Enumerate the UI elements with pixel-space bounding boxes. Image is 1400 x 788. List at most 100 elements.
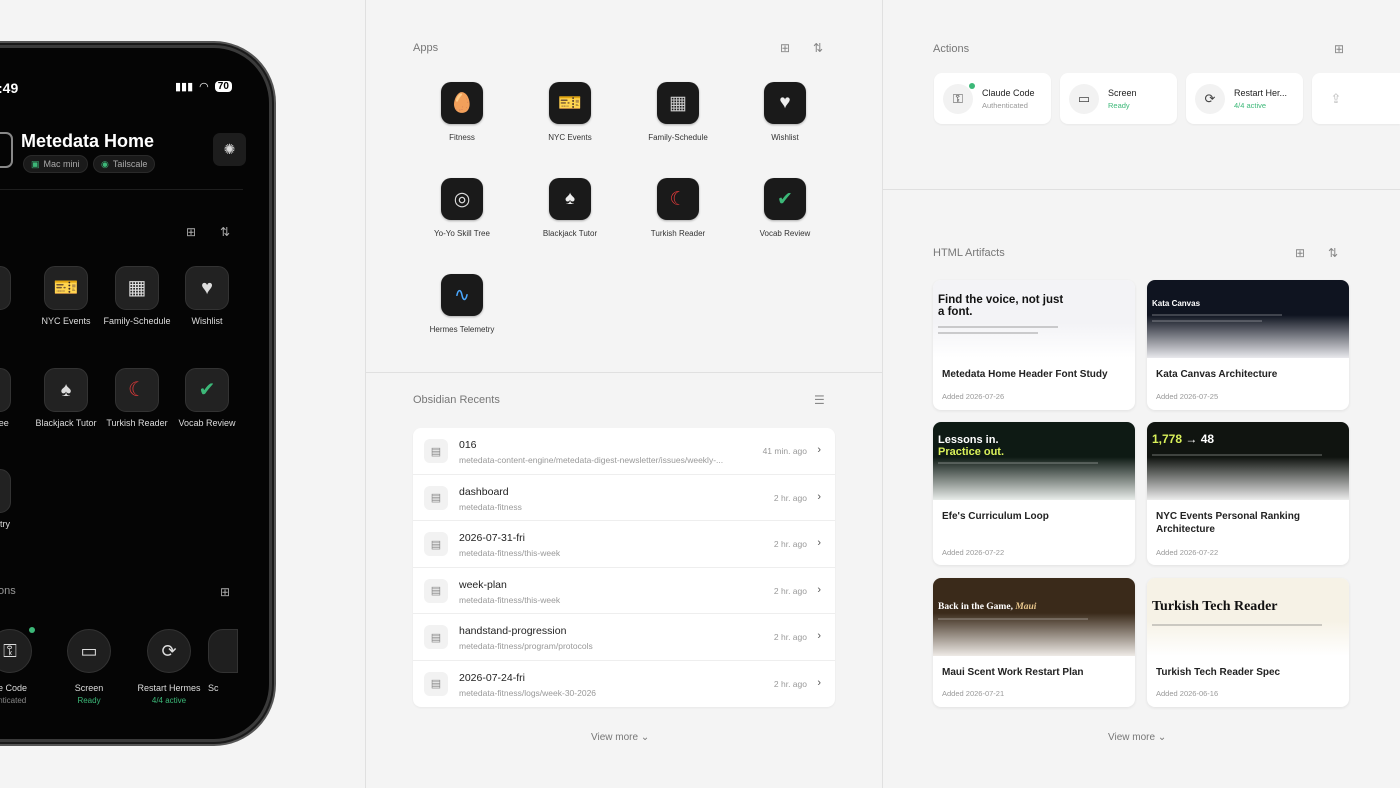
apps-title: Apps [413, 42, 439, 54]
divider [0, 189, 243, 190]
phone-app-wishlist[interactable]: ♥ Wishlist [171, 266, 243, 327]
chip-tailscale[interactable]: ◉ Tailscale [93, 155, 156, 173]
app-hermes-telemetry[interactable]: ∿ Hermes Telemetry [408, 274, 516, 334]
chevron-right-icon: › [817, 444, 821, 456]
document-icon: ▤ [424, 625, 448, 649]
app-family-schedule[interactable]: ▦ Family-Schedule [624, 82, 732, 142]
app-turkish-reader[interactable]: ☾ Turkish Reader [624, 178, 732, 238]
cards-icon: ♠ [549, 178, 591, 220]
artifact-thumbnail: Find the voice, not just a font. [933, 280, 1135, 358]
artifact-card[interactable]: Back in the Game, Maui Maui Scent Work R… [933, 578, 1135, 707]
action-share[interactable]: ⇪ [1312, 73, 1400, 124]
document-icon: ▤ [424, 485, 448, 510]
list-view-icon[interactable]: ☰ [814, 393, 825, 407]
grid-view-icon[interactable]: ⊞ [1295, 246, 1305, 260]
refresh-icon: ⟳ [147, 629, 191, 673]
phone-actions-title: ons [0, 585, 16, 597]
phone-action-more[interactable]: Sc [208, 629, 248, 693]
sun-icon: ✺ [223, 141, 236, 157]
actions-title: Actions [933, 43, 970, 55]
bookmark-heart-icon: ♥ [764, 82, 806, 124]
key-icon: ⚿ [0, 629, 32, 673]
phone-app-yoyo[interactable]: ◎o Skill ree [0, 368, 25, 429]
phone-app-vocab-review[interactable]: ✔ Vocab Review [171, 368, 243, 429]
list-item[interactable]: ▤ handstand-progression metedata-fitness/p… [413, 614, 835, 661]
artifact-card[interactable]: Lessons in. Practice out. Efe's Curriculu… [933, 422, 1135, 565]
phone-action-screen[interactable]: ▭ Screen Ready [44, 629, 134, 705]
sort-icon[interactable]: ⇅ [813, 41, 823, 55]
flag-icon: ☾ [657, 178, 699, 220]
artifact-thumbnail: Kata Canvas [1147, 280, 1349, 358]
list-item[interactable]: ▤ week-plan metedata-fitness/this-week 2 hr… [413, 568, 835, 614]
divider [365, 0, 366, 788]
artifacts-title: HTML Artifacts [933, 247, 1005, 259]
artifact-card[interactable]: 1,778 → 48 NYC Events Personal Ranking A… [1147, 422, 1349, 565]
list-item[interactable]: ▤ 2026-07-24-fri metedata-fitness/logs/wee… [413, 661, 835, 708]
phone-app-hermes[interactable]: ∿mes metry [0, 469, 25, 530]
status-time: :49 [0, 80, 19, 96]
grid-view-icon[interactable]: ⊞ [1334, 42, 1344, 56]
chevron-right-icon: › [817, 676, 821, 689]
battery-icon: 70 [214, 81, 232, 92]
list-item[interactable]: ▤ 2026-07-31-fri metedata-fitness/this-wee… [413, 521, 835, 568]
divider [366, 372, 882, 373]
sort-icon[interactable]: ⇅ [220, 225, 230, 239]
ticket-icon: 🎫 [44, 266, 88, 310]
artifact-thumbnail: 1,778 → 48 [1147, 422, 1349, 500]
action-restart-hermes[interactable]: ⟳ Restart Her... 4/4 active [1186, 73, 1303, 124]
monitor-icon: ▭ [1069, 84, 1099, 114]
grid-icon[interactable]: ⊞ [220, 585, 230, 599]
artifact-card[interactable]: Find the voice, not just a font. Metedat… [933, 280, 1135, 410]
app-vocab-review[interactable]: ✔ Vocab Review [731, 178, 839, 238]
artifacts-view-more-button[interactable]: View more ⌄ [1108, 732, 1166, 743]
phone-app-nyc-events[interactable]: 🎫 NYC Events [30, 266, 102, 327]
document-icon: ▤ [424, 532, 448, 556]
phone-action-restart-hermes[interactable]: ⟳ Restart Hermes 4/4 active [124, 629, 214, 705]
chip-mac-mini[interactable]: ▣ Mac mini [23, 155, 88, 173]
bookmark-heart-icon: ♥ [185, 266, 229, 310]
settings-button[interactable]: ✺ [213, 133, 246, 166]
app-yoyo-skill-tree[interactable]: ◎ Yo-Yo Skill Tree [408, 178, 516, 238]
artifact-thumbnail: Lessons in. Practice out. [933, 422, 1135, 500]
chevron-down-icon: ⌄ [1157, 732, 1167, 743]
app-nyc-events[interactable]: 🎫 NYC Events [516, 82, 624, 142]
pulse-icon: ∿ [0, 469, 11, 513]
status-dot [29, 627, 35, 633]
chevron-right-icon: › [817, 537, 821, 549]
artifact-card[interactable]: Turkish Tech Reader Turkish Tech Reader … [1147, 578, 1349, 707]
shield-icon: ◉ [101, 158, 109, 169]
flag-icon: ☾ [115, 368, 159, 412]
list-item[interactable]: ▤ dashboard metedata-fitness 2 hr. ago › [413, 475, 835, 521]
phone-title: Metedata Home [21, 131, 155, 151]
phone-app-blackjack[interactable]: ♠ Blackjack Tutor [30, 368, 102, 429]
artifact-thumbnail: Back in the Game, Maui [933, 578, 1135, 656]
phone-app-fitness[interactable]: 🥚ness [0, 266, 25, 327]
sort-icon[interactable]: ⇅ [1328, 246, 1338, 260]
app-blackjack-tutor[interactable]: ♠ Blackjack Tutor [516, 178, 624, 238]
app-fitness[interactable]: 🥚 Fitness [408, 82, 516, 142]
cards-icon: ♠ [44, 368, 88, 412]
checklist-icon: ✔ [764, 178, 806, 220]
artifact-card[interactable]: Kata Canvas Kata Canvas Architecture Add… [1147, 280, 1349, 410]
signal-icon: ▮▮▮ [175, 81, 194, 93]
document-icon: ▤ [424, 578, 448, 603]
phone-app-family-schedule[interactable]: ▦ Family-Schedule [101, 266, 173, 327]
grid-view-icon[interactable]: ⊞ [186, 225, 196, 239]
list-item[interactable]: ▤ 016 metedata-content-engine/metedata-dig… [413, 428, 835, 475]
artifact-thumbnail: Turkish Tech Reader [1147, 578, 1349, 656]
monitor-icon: ▭ [67, 629, 111, 673]
wifi-icon: ◠ [199, 81, 209, 93]
action-screen[interactable]: ▭ Screen Ready [1060, 73, 1177, 124]
phone-app-turkish-reader[interactable]: ☾ Turkish Reader [101, 368, 173, 429]
key-icon: ⚿ [943, 84, 973, 114]
chevron-right-icon: › [817, 490, 821, 503]
obsidian-title: Obsidian Recents [413, 394, 500, 406]
server-icon: ▣ [31, 158, 40, 169]
obsidian-view-more-button[interactable]: View more ⌄ [591, 732, 649, 743]
app-wishlist[interactable]: ♥ Wishlist [731, 82, 839, 142]
grid-view-icon[interactable]: ⊞ [780, 41, 790, 55]
calendar-icon: ▦ [657, 82, 699, 124]
action-claude-code[interactable]: ⚿ Claude Code Authenticated [934, 73, 1051, 124]
divider [882, 0, 883, 788]
fitness-icon: 🥚 [441, 82, 483, 124]
